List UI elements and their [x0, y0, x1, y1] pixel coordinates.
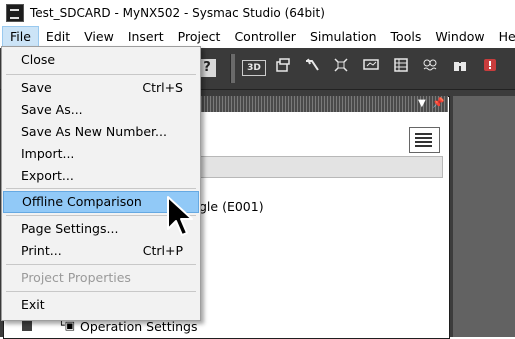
network-icon[interactable]: [330, 57, 352, 79]
menu-help[interactable]: Help: [492, 26, 515, 48]
menu-edit[interactable]: Edit: [39, 26, 77, 48]
3d-simulation-icon[interactable]: 3D: [242, 60, 266, 76]
title-bar: Test_SDCARD - MyNX502 - Sysmac Studio (6…: [0, 0, 515, 26]
tree-item-operation-settings[interactable]: Operation Settings: [80, 319, 197, 334]
menu-window[interactable]: Window: [428, 26, 491, 48]
selected-device-row[interactable]: [196, 156, 443, 178]
menu-separator: [6, 74, 196, 75]
menu-tools[interactable]: Tools: [384, 26, 429, 48]
menu-separator: [6, 291, 196, 292]
menu-controller[interactable]: Controller: [227, 26, 303, 48]
menu-item-export[interactable]: Export...: [3, 165, 199, 187]
controller-thumbnail-icon[interactable]: [409, 127, 440, 153]
binoculars-icon[interactable]: [449, 57, 471, 79]
editor-pane: [453, 96, 515, 337]
toolbar-separator: [230, 54, 235, 83]
mouse-cursor-icon: [166, 195, 194, 242]
menu-view[interactable]: View: [77, 26, 121, 48]
menu-simulation[interactable]: Simulation: [303, 26, 384, 48]
file-menu-dropdown: Close Save Ctrl+S Save As... Save As New…: [1, 46, 201, 321]
pane-dropdown-icon[interactable]: ▼: [418, 98, 426, 109]
shortcut-print: Ctrl+P: [142, 243, 183, 258]
data-log-icon[interactable]: [390, 57, 412, 79]
menu-item-close[interactable]: Close: [3, 49, 199, 71]
data-trace-icon[interactable]: [272, 57, 294, 79]
watch-icon[interactable]: [419, 57, 441, 79]
menu-file[interactable]: File: [2, 26, 39, 48]
monitor-icon[interactable]: [360, 57, 382, 79]
record-icon[interactable]: [479, 57, 501, 79]
pin-icon[interactable]: 📌: [432, 98, 444, 109]
shortcut-save: Ctrl+S: [142, 80, 183, 95]
menu-insert[interactable]: Insert: [121, 26, 171, 48]
menu-item-save-as[interactable]: Save As...: [3, 99, 199, 121]
menu-item-save-as-new-number[interactable]: Save As New Number...: [3, 121, 199, 143]
menu-project[interactable]: Project: [171, 26, 228, 48]
menu-item-exit[interactable]: Exit: [3, 294, 199, 316]
sysmac-app-icon[interactable]: [6, 4, 24, 22]
tree-node-icon: [22, 321, 32, 331]
menu-separator: [6, 264, 196, 265]
menu-separator: [6, 188, 196, 189]
menu-item-save[interactable]: Save Ctrl+S: [3, 77, 199, 99]
menu-item-import[interactable]: Import...: [3, 143, 199, 165]
menu-item-print[interactable]: Print... Ctrl+P: [3, 240, 199, 262]
build-icon[interactable]: [301, 57, 323, 79]
window-title: Test_SDCARD - MyNX502 - Sysmac Studio (6…: [30, 6, 325, 20]
menu-item-project-properties: Project Properties: [21, 270, 131, 285]
tree-item-partial[interactable]: gle (E001): [199, 199, 264, 214]
